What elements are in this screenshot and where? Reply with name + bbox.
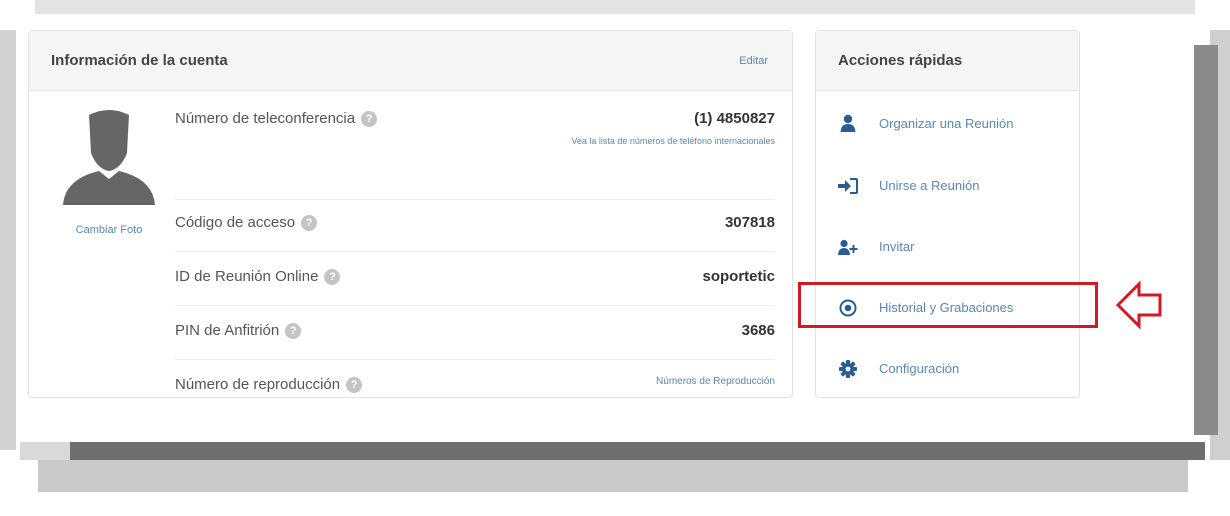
background-band xyxy=(1192,45,1218,435)
background-shadow xyxy=(20,442,70,460)
international-numbers-link[interactable]: Vea la lista de números de teléfono inte… xyxy=(571,136,775,146)
edit-link[interactable]: Editar xyxy=(739,55,768,67)
background-band xyxy=(35,0,1195,14)
account-rows: Número de teleconferencia ? (1) 4850827 … xyxy=(175,93,775,414)
quick-action-join-meeting[interactable]: Unirse a Reunión xyxy=(816,155,1079,216)
host-pin-label: PIN de Anfitrión xyxy=(175,322,280,339)
access-code-label: Código de acceso xyxy=(175,214,296,231)
pointer-arrow-icon xyxy=(1115,280,1162,330)
teleconference-label: Número de teleconferencia xyxy=(175,110,356,127)
background-shadow xyxy=(38,460,1188,492)
sign-in-icon xyxy=(838,177,858,195)
quick-action-label: Unirse a Reunión xyxy=(879,178,980,193)
quick-actions-panel: Acciones rápidas Organizar una Reunión U… xyxy=(815,30,1080,398)
account-row-meeting-id: ID de Reunión Online ? soportetic xyxy=(175,252,775,306)
background-shadow xyxy=(70,442,1205,460)
highlight-box xyxy=(798,282,1098,328)
quick-action-invite[interactable]: Invitar xyxy=(816,216,1079,277)
account-row-host-pin: PIN de Anfitrión ? 3686 xyxy=(175,306,775,360)
quick-action-label: Invitar xyxy=(879,239,915,254)
host-pin-value: 3686 xyxy=(741,322,775,339)
access-code-value: 307818 xyxy=(724,214,775,231)
user-icon xyxy=(838,114,858,132)
avatar-placeholder-icon xyxy=(63,110,155,205)
gear-icon xyxy=(838,359,858,378)
help-icon[interactable]: ? xyxy=(301,214,318,231)
account-info-panel: Información de la cuenta Editar Cambiar … xyxy=(28,30,793,398)
quick-actions-header: Acciones rápidas xyxy=(816,31,1079,91)
playback-numbers-link[interactable]: Números de Reproducción xyxy=(656,376,775,387)
help-icon[interactable]: ? xyxy=(346,376,363,393)
teleconference-number: (1) 4850827 xyxy=(694,110,775,127)
account-panel-title: Información de la cuenta xyxy=(51,52,228,69)
help-icon[interactable]: ? xyxy=(361,110,378,127)
help-icon[interactable]: ? xyxy=(285,322,302,339)
quick-action-label: Configuración xyxy=(879,361,960,376)
account-row-access-code: Código de acceso ? 307818 xyxy=(175,200,775,252)
help-icon[interactable]: ? xyxy=(324,268,341,285)
meeting-id-value: soportetic xyxy=(702,268,775,285)
account-panel-header: Información de la cuenta Editar xyxy=(29,31,792,91)
quick-actions-list: Organizar una Reunión Unirse a Reunión I… xyxy=(816,91,1079,399)
quick-action-label: Organizar una Reunión xyxy=(879,115,1014,131)
user-plus-icon xyxy=(838,238,858,256)
meeting-id-label: ID de Reunión Online xyxy=(175,268,319,285)
playback-number-label: Número de reproducción xyxy=(175,376,341,393)
quick-action-settings[interactable]: Configuración xyxy=(816,338,1079,399)
change-photo-link[interactable]: Cambiar Foto xyxy=(59,224,159,236)
account-row-playback-number: Número de reproducción ? Números de Repr… xyxy=(175,360,775,414)
background-band xyxy=(0,30,16,450)
avatar-column: Cambiar Foto xyxy=(59,109,159,236)
account-row-teleconference: Número de teleconferencia ? (1) 4850827 … xyxy=(175,93,775,200)
quick-actions-title: Acciones rápidas xyxy=(838,52,963,69)
quick-action-host-meeting[interactable]: Organizar una Reunión xyxy=(816,91,1079,155)
